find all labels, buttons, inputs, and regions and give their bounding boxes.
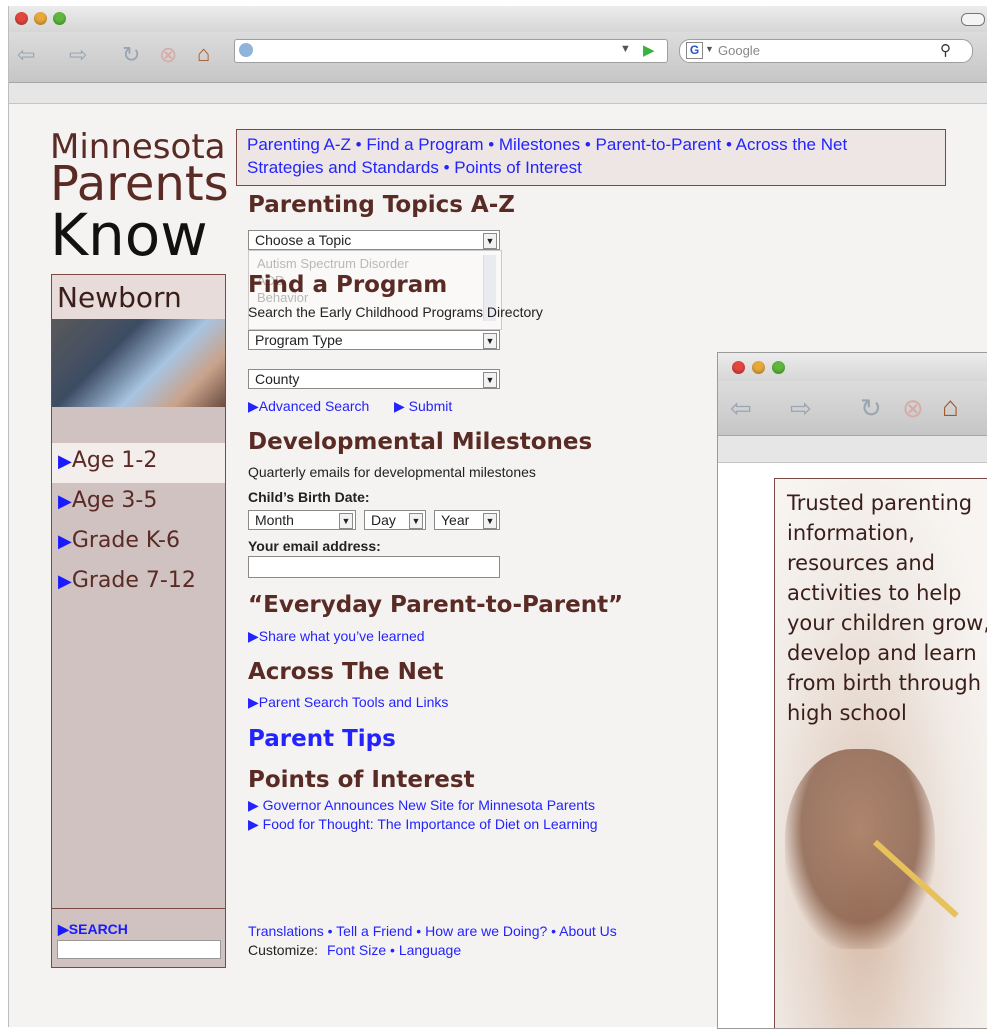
- hero-text-line: resources and: [787, 551, 935, 575]
- advanced-search-link[interactable]: ▶Advanced Search: [248, 398, 369, 415]
- hero-image: Trusted parenting information, resources…: [774, 478, 987, 1028]
- back-icon[interactable]: ⇦: [730, 393, 752, 424]
- forward-icon[interactable]: ⇨: [790, 393, 812, 424]
- day-select[interactable]: Day ▼: [364, 510, 426, 530]
- second-title-bar: [718, 353, 987, 381]
- topic-select[interactable]: Choose a Topic ▼: [248, 230, 500, 250]
- hero-text-line: your children grow,: [787, 611, 987, 635]
- poi-item[interactable]: ▶ Food for Thought: The Importance of Di…: [248, 816, 598, 833]
- sidebar: Newborn: [51, 274, 226, 968]
- poi-item[interactable]: ▶ Governor Announces New Site for Minnes…: [248, 797, 595, 814]
- globe-icon: [239, 43, 253, 57]
- topics-heading: Parenting Topics A-Z: [248, 192, 515, 218]
- program-heading: Find a Program: [248, 272, 448, 298]
- submit-link[interactable]: ▶ Submit: [394, 398, 452, 415]
- hero-text-line: activities to help: [787, 581, 962, 605]
- history-dropdown-icon[interactable]: ▼: [620, 43, 631, 55]
- email-label: Your email address:: [248, 538, 381, 554]
- topnav-line-1[interactable]: Parenting A-Z • Find a Program • Milesto…: [247, 135, 847, 155]
- hero-text-line: develop and learn: [787, 641, 977, 665]
- sidebar-item-age-3-5[interactable]: ▶Age 3-5: [58, 488, 157, 513]
- second-bookmarks-bar: [718, 436, 987, 463]
- p2p-heading: “Everyday Parent-to-Parent”: [248, 592, 624, 618]
- engine-dropdown-icon[interactable]: ▼: [705, 44, 714, 54]
- sidebar-title: Newborn: [57, 281, 182, 314]
- year-select[interactable]: Year ▼: [434, 510, 500, 530]
- stop-icon[interactable]: ⊗: [902, 393, 924, 424]
- milestones-subtitle: Quarterly emails for developmental miles…: [248, 464, 536, 480]
- google-icon[interactable]: G: [686, 42, 703, 59]
- parent-tips-link[interactable]: Parent Tips: [248, 726, 396, 752]
- hero-text-line: from birth through: [787, 671, 982, 695]
- top-navigation: Parenting A-Z • Find a Program • Milesto…: [236, 129, 946, 186]
- birth-date-label: Child’s Birth Date:: [248, 489, 370, 505]
- second-browser-window: ⇦ ⇨ ↻ ⊗ ⌂ Trusted parenting information,…: [717, 352, 987, 1029]
- share-link[interactable]: ▶Share what you’ve learned: [248, 628, 425, 645]
- county-select[interactable]: County ▼: [248, 369, 500, 389]
- program-subtitle: Search the Early Childhood Programs Dire…: [248, 304, 543, 320]
- customize-links[interactable]: Font Size • Language: [327, 942, 461, 958]
- search-tools-link[interactable]: ▶Parent Search Tools and Links: [248, 694, 448, 711]
- search-icon[interactable]: ⚲: [940, 41, 951, 59]
- email-field[interactable]: [248, 556, 500, 578]
- sidebar-item-grade-7-12[interactable]: ▶Grade 7-12: [58, 568, 196, 593]
- poi-heading: Points of Interest: [248, 767, 475, 793]
- customize-label: Customize:: [248, 942, 319, 958]
- forward-icon[interactable]: ⇨: [69, 42, 87, 68]
- logo-know: Know: [50, 201, 208, 269]
- minimize-window-button[interactable]: [34, 12, 47, 25]
- baby-computer-photo: [52, 319, 225, 407]
- stop-icon[interactable]: ⊗: [159, 42, 177, 68]
- net-heading: Across The Net: [248, 659, 444, 685]
- search-placeholder: Google: [718, 43, 760, 58]
- milestones-heading: Developmental Milestones: [248, 429, 593, 455]
- hero-text-line: information,: [787, 521, 915, 545]
- program-type-select[interactable]: Program Type ▼: [248, 330, 500, 350]
- bookmarks-bar: [9, 83, 987, 104]
- topnav-line-2[interactable]: Strategies and Standards • Points of Int…: [247, 158, 582, 178]
- topic-option[interactable]: Autism Spectrum Disorder: [257, 256, 409, 271]
- zoom-window-button[interactable]: [772, 361, 785, 374]
- sidebar-search-label: ▶SEARCH: [58, 921, 128, 937]
- sidebar-item-grade-k-6[interactable]: ▶Grade K-6: [58, 528, 180, 553]
- home-icon[interactable]: ⌂: [942, 391, 959, 423]
- second-toolbar: ⇦ ⇨ ↻ ⊗ ⌂: [718, 381, 987, 436]
- go-icon[interactable]: ▶: [643, 41, 655, 59]
- child-face: [785, 749, 935, 949]
- footer-links[interactable]: Translations • Tell a Friend • How are w…: [248, 923, 617, 939]
- search-bar[interactable]: G ▼ Google ⚲: [679, 39, 973, 63]
- reload-icon[interactable]: ↻: [860, 393, 882, 424]
- sidebar-search-input[interactable]: [57, 940, 221, 959]
- sidebar-item-age-1-2[interactable]: ▶Age 1-2: [58, 448, 157, 473]
- hero-text-line: high school: [787, 701, 907, 725]
- back-icon[interactable]: ⇦: [17, 42, 35, 68]
- close-window-button[interactable]: [15, 12, 28, 25]
- reload-icon[interactable]: ↻: [122, 42, 140, 68]
- title-bar: [9, 6, 987, 32]
- address-bar[interactable]: ▼ ▶: [234, 39, 668, 63]
- close-window-button[interactable]: [732, 361, 745, 374]
- second-page-content: Trusted parenting information, resources…: [718, 463, 987, 1028]
- sidebar-divider: [52, 908, 225, 909]
- toolbar-toggle-button[interactable]: [961, 13, 985, 26]
- month-select[interactable]: Month ▼: [248, 510, 356, 530]
- zoom-window-button[interactable]: [53, 12, 66, 25]
- hero-text-line: Trusted parenting: [787, 491, 973, 515]
- home-icon[interactable]: ⌂: [197, 41, 210, 67]
- minimize-window-button[interactable]: [752, 361, 765, 374]
